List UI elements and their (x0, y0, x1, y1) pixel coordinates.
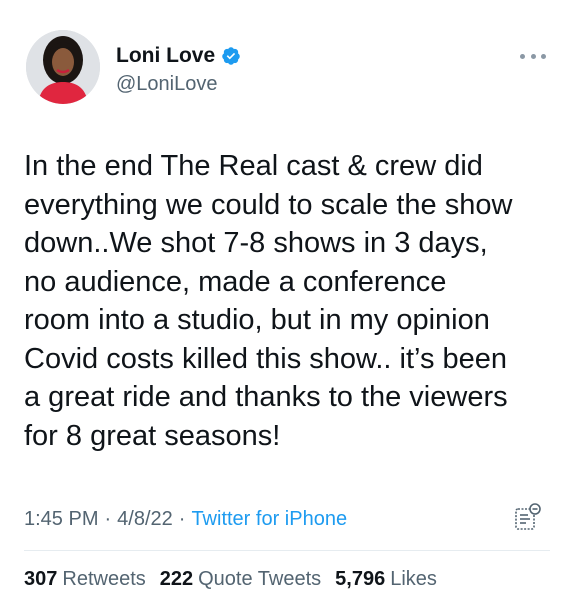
tweet-line: Covid costs killed this show.. it’s been (24, 342, 508, 375)
tweet-line: for 8 great seasons! (24, 419, 281, 452)
retweets-stat[interactable]: 307 Retweets (24, 568, 146, 591)
avatar[interactable] (26, 30, 100, 104)
quote-tweets-label: Quote Tweets (198, 568, 322, 590)
meta-separator: · (104, 508, 112, 530)
author-display-name[interactable]: Loni Love (116, 44, 241, 68)
tweet-stats: 307 Retweets 222 Quote Tweets 5,796 Likes (24, 568, 451, 591)
dot (530, 53, 536, 59)
likes-label: Likes (390, 568, 437, 590)
avatar-photo (26, 30, 100, 104)
likes-count: 5,796 (335, 568, 386, 590)
divider (24, 550, 550, 551)
quote-tweets-count: 222 (159, 568, 194, 590)
likes-stat[interactable]: 5,796 Likes (335, 568, 437, 591)
tweet-line: down..We shot 7-8 shows in 3 days, (24, 227, 488, 259)
analytics-icon[interactable] (513, 502, 543, 532)
tweet-meta: 1:45 PM · 4/8/22 · Twitter for iPhone (24, 508, 347, 531)
meta-separator: · (178, 508, 186, 530)
tweet-line: a great ride and thanks to the viewers (24, 381, 508, 413)
tweet-source-link[interactable]: Twitter for iPhone (191, 508, 347, 531)
verified-badge-icon (222, 47, 240, 65)
tweet-time[interactable]: 1:45 PM (24, 508, 98, 531)
tweet-line: everything we could to scale the show (24, 188, 513, 221)
author-handle[interactable]: @LoniLove (116, 72, 241, 96)
dot (520, 53, 525, 59)
tweet-text: In the end The Real cast & crew did ever… (24, 147, 554, 455)
display-name-text: Loni Love (116, 44, 216, 67)
quote-tweets-stat[interactable]: 222 Quote Tweets (160, 568, 321, 591)
tweet-line: In the end The Real cast & crew did (24, 150, 483, 182)
tweet-date[interactable]: 4/8/22 (117, 508, 173, 531)
tweet-line: room into a studio, but in my opinion (24, 304, 490, 336)
tweet-line: no audience, made a conference (24, 265, 447, 298)
retweets-count: 307 (24, 568, 58, 590)
dot (541, 53, 546, 59)
author-info: Loni Love @LoniLove (116, 44, 241, 96)
retweets-label: Retweets (62, 568, 146, 590)
more-options-icon[interactable] (520, 46, 546, 66)
